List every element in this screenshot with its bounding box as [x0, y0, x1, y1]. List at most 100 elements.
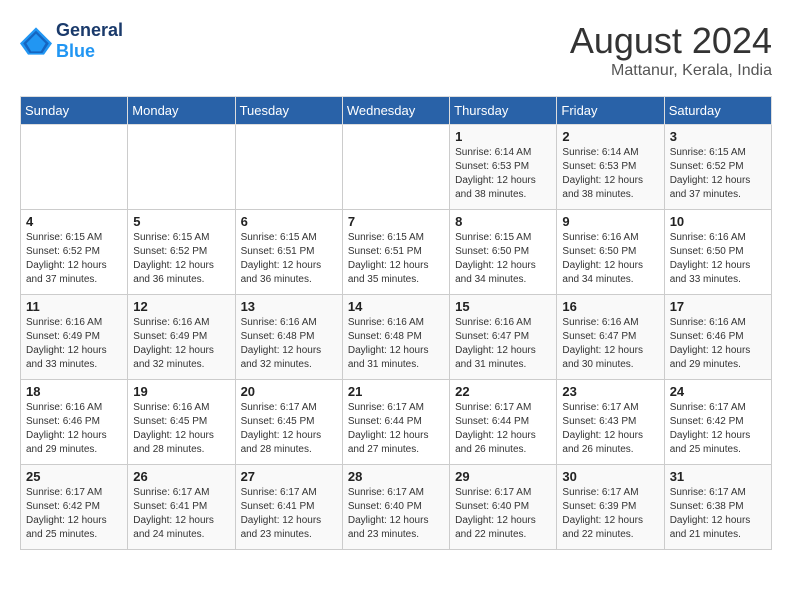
cell-info: Sunrise: 6:17 AM Sunset: 6:42 PM Dayligh…	[26, 486, 122, 542]
calendar-cell: 25Sunrise: 6:17 AM Sunset: 6:42 PM Dayli…	[21, 465, 128, 550]
calendar-cell: 5 Sunrise: 6:15 AM Sunset: 6:52 PM Daylig…	[128, 210, 235, 295]
week-row-2: 4 Sunrise: 6:15 AM Sunset: 6:52 PM Daylig…	[21, 210, 772, 295]
day-number: 18	[26, 384, 122, 399]
day-number: 4	[26, 214, 122, 229]
week-row-1: 1 Sunrise: 6:14 AM Sunset: 6:53 PM Daylig…	[21, 125, 772, 210]
day-number: 13	[241, 299, 337, 314]
day-number: 26	[133, 469, 229, 484]
calendar-cell: 14Sunrise: 6:16 AM Sunset: 6:48 PM Dayli…	[342, 295, 449, 380]
calendar-cell: 21Sunrise: 6:17 AM Sunset: 6:44 PM Dayli…	[342, 380, 449, 465]
day-number: 31	[670, 469, 766, 484]
cell-info: Sunrise: 6:15 AM Sunset: 6:50 PM Dayligh…	[455, 231, 551, 287]
day-number: 12	[133, 299, 229, 314]
day-number: 21	[348, 384, 444, 399]
day-number: 17	[670, 299, 766, 314]
calendar-cell: 2 Sunrise: 6:14 AM Sunset: 6:53 PM Daylig…	[557, 125, 664, 210]
cell-info: Sunrise: 6:17 AM Sunset: 6:41 PM Dayligh…	[241, 486, 337, 542]
calendar-cell: 11 Sunrise: 6:16 AM Sunset: 6:49 PM Dayli…	[21, 295, 128, 380]
day-number: 30	[562, 469, 658, 484]
day-header-friday: Friday	[557, 97, 664, 125]
cell-info: Sunrise: 6:17 AM Sunset: 6:45 PM Dayligh…	[241, 401, 337, 457]
day-number: 23	[562, 384, 658, 399]
calendar-cell: 27Sunrise: 6:17 AM Sunset: 6:41 PM Dayli…	[235, 465, 342, 550]
calendar-cell: 3 Sunrise: 6:15 AM Sunset: 6:52 PM Daylig…	[664, 125, 771, 210]
day-number: 22	[455, 384, 551, 399]
calendar-cell: 9 Sunrise: 6:16 AM Sunset: 6:50 PM Daylig…	[557, 210, 664, 295]
calendar-cell: 15 Sunrise: 6:16 AM Sunset: 6:47 PM Dayli…	[450, 295, 557, 380]
cell-info: Sunrise: 6:16 AM Sunset: 6:47 PM Dayligh…	[455, 316, 551, 372]
calendar-cell: 1 Sunrise: 6:14 AM Sunset: 6:53 PM Daylig…	[450, 125, 557, 210]
day-number: 2	[562, 129, 658, 144]
day-number: 15	[455, 299, 551, 314]
day-number: 16	[562, 299, 658, 314]
cell-info: Sunrise: 6:16 AM Sunset: 6:49 PM Dayligh…	[26, 316, 122, 372]
calendar-cell: 28 Sunrise: 6:17 AM Sunset: 6:40 PM Dayli…	[342, 465, 449, 550]
cell-info: Sunrise: 6:17 AM Sunset: 6:43 PM Dayligh…	[562, 401, 658, 457]
day-number: 7	[348, 214, 444, 229]
day-header-wednesday: Wednesday	[342, 97, 449, 125]
day-number: 11	[26, 299, 122, 314]
calendar-cell: 30Sunrise: 6:17 AM Sunset: 6:39 PM Dayli…	[557, 465, 664, 550]
calendar-cell: 20 Sunrise: 6:17 AM Sunset: 6:45 PM Dayli…	[235, 380, 342, 465]
cell-info: Sunrise: 6:15 AM Sunset: 6:51 PM Dayligh…	[348, 231, 444, 287]
cell-info: Sunrise: 6:17 AM Sunset: 6:40 PM Dayligh…	[455, 486, 551, 542]
logo-text: General Blue	[56, 20, 123, 62]
calendar-cell: 12 Sunrise: 6:16 AM Sunset: 6:49 PM Dayli…	[128, 295, 235, 380]
calendar-cell: 7 Sunrise: 6:15 AM Sunset: 6:51 PM Daylig…	[342, 210, 449, 295]
cell-info: Sunrise: 6:14 AM Sunset: 6:53 PM Dayligh…	[455, 146, 551, 202]
day-header-monday: Monday	[128, 97, 235, 125]
calendar-cell: 8 Sunrise: 6:15 AM Sunset: 6:50 PM Daylig…	[450, 210, 557, 295]
cell-info: Sunrise: 6:16 AM Sunset: 6:50 PM Dayligh…	[562, 231, 658, 287]
calendar-table: SundayMondayTuesdayWednesdayThursdayFrid…	[20, 96, 772, 550]
day-header-saturday: Saturday	[664, 97, 771, 125]
cell-info: Sunrise: 6:17 AM Sunset: 6:42 PM Dayligh…	[670, 401, 766, 457]
calendar-cell: 22Sunrise: 6:17 AM Sunset: 6:44 PM Dayli…	[450, 380, 557, 465]
cell-info: Sunrise: 6:15 AM Sunset: 6:52 PM Dayligh…	[133, 231, 229, 287]
cell-info: Sunrise: 6:16 AM Sunset: 6:49 PM Dayligh…	[133, 316, 229, 372]
day-number: 24	[670, 384, 766, 399]
day-number: 28	[348, 469, 444, 484]
week-row-5: 25Sunrise: 6:17 AM Sunset: 6:42 PM Dayli…	[21, 465, 772, 550]
day-number: 20	[241, 384, 337, 399]
cell-info: Sunrise: 6:14 AM Sunset: 6:53 PM Dayligh…	[562, 146, 658, 202]
calendar-cell: 19 Sunrise: 6:16 AM Sunset: 6:45 PM Dayli…	[128, 380, 235, 465]
day-header-tuesday: Tuesday	[235, 97, 342, 125]
cell-info: Sunrise: 6:17 AM Sunset: 6:41 PM Dayligh…	[133, 486, 229, 542]
cell-info: Sunrise: 6:16 AM Sunset: 6:47 PM Dayligh…	[562, 316, 658, 372]
day-number: 1	[455, 129, 551, 144]
week-row-4: 18 Sunrise: 6:16 AM Sunset: 6:46 PM Dayli…	[21, 380, 772, 465]
cell-info: Sunrise: 6:16 AM Sunset: 6:46 PM Dayligh…	[26, 401, 122, 457]
calendar-cell: 4 Sunrise: 6:15 AM Sunset: 6:52 PM Daylig…	[21, 210, 128, 295]
day-number: 8	[455, 214, 551, 229]
page-header: General Blue August 2024 Mattanur, Keral…	[20, 20, 772, 80]
location-subtitle: Mattanur, Kerala, India	[570, 62, 772, 80]
cell-info: Sunrise: 6:15 AM Sunset: 6:52 PM Dayligh…	[670, 146, 766, 202]
day-number: 3	[670, 129, 766, 144]
cell-info: Sunrise: 6:16 AM Sunset: 6:45 PM Dayligh…	[133, 401, 229, 457]
week-row-3: 11 Sunrise: 6:16 AM Sunset: 6:49 PM Dayli…	[21, 295, 772, 380]
day-number: 10	[670, 214, 766, 229]
calendar-cell: 10Sunrise: 6:16 AM Sunset: 6:50 PM Dayli…	[664, 210, 771, 295]
day-number: 6	[241, 214, 337, 229]
cell-info: Sunrise: 6:16 AM Sunset: 6:46 PM Dayligh…	[670, 316, 766, 372]
calendar-cell: 18 Sunrise: 6:16 AM Sunset: 6:46 PM Dayli…	[21, 380, 128, 465]
day-number: 19	[133, 384, 229, 399]
day-number: 9	[562, 214, 658, 229]
calendar-cell: 23 Sunrise: 6:17 AM Sunset: 6:43 PM Dayli…	[557, 380, 664, 465]
logo-icon	[20, 27, 52, 55]
logo: General Blue	[20, 20, 123, 62]
cell-info: Sunrise: 6:15 AM Sunset: 6:52 PM Dayligh…	[26, 231, 122, 287]
day-header-sunday: Sunday	[21, 97, 128, 125]
cell-info: Sunrise: 6:17 AM Sunset: 6:40 PM Dayligh…	[348, 486, 444, 542]
calendar-cell: 13 Sunrise: 6:16 AM Sunset: 6:48 PM Dayli…	[235, 295, 342, 380]
day-number: 5	[133, 214, 229, 229]
title-block: August 2024 Mattanur, Kerala, India	[570, 20, 772, 80]
calendar-cell	[235, 125, 342, 210]
calendar-cell	[128, 125, 235, 210]
calendar-cell: 31Sunrise: 6:17 AM Sunset: 6:38 PM Dayli…	[664, 465, 771, 550]
cell-info: Sunrise: 6:16 AM Sunset: 6:48 PM Dayligh…	[241, 316, 337, 372]
calendar-cell: 26 Sunrise: 6:17 AM Sunset: 6:41 PM Dayli…	[128, 465, 235, 550]
cell-info: Sunrise: 6:15 AM Sunset: 6:51 PM Dayligh…	[241, 231, 337, 287]
calendar-cell: 17 Sunrise: 6:16 AM Sunset: 6:46 PM Dayli…	[664, 295, 771, 380]
calendar-cell	[342, 125, 449, 210]
